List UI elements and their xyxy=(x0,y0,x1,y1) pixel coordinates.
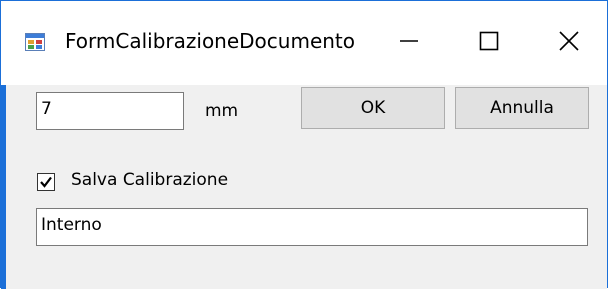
title-bar[interactable]: FormCalibrazioneDocumento xyxy=(1,1,607,85)
maximize-icon xyxy=(479,31,499,51)
window-title: FormCalibrazioneDocumento xyxy=(65,29,356,53)
save-calibration-label[interactable]: Salva Calibrazione xyxy=(71,170,228,190)
app-icon xyxy=(25,33,45,51)
source-input[interactable]: Interno xyxy=(36,208,588,246)
checkmark-icon xyxy=(40,176,52,188)
minimize-icon xyxy=(400,40,418,42)
close-button[interactable] xyxy=(537,15,601,67)
close-icon xyxy=(559,31,579,51)
calibration-window: FormCalibrazioneDocumento 7 mm OK Annull… xyxy=(0,0,608,289)
minimize-button[interactable] xyxy=(377,15,441,67)
save-calibration-checkbox[interactable] xyxy=(37,173,55,191)
cancel-button[interactable]: Annulla xyxy=(455,87,589,129)
ok-button[interactable]: OK xyxy=(301,87,445,129)
measure-unit-label: mm xyxy=(205,101,239,121)
maximize-button[interactable] xyxy=(457,15,521,67)
measure-value-input[interactable]: 7 xyxy=(36,92,184,130)
